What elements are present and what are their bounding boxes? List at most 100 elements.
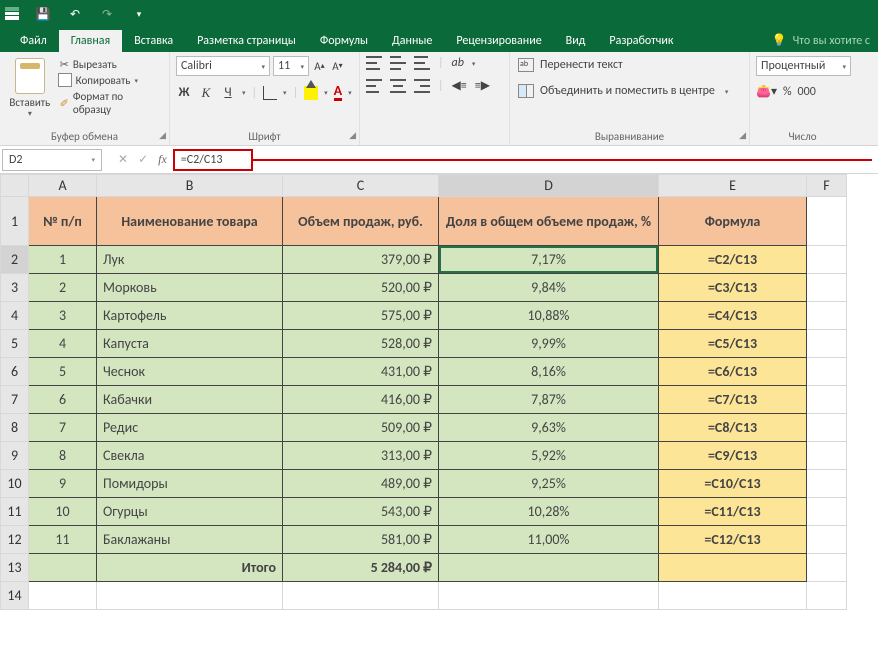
col-header-B[interactable]: B xyxy=(97,175,283,197)
accounting-format-button[interactable]: 👛▾ xyxy=(756,84,777,99)
row-header[interactable]: 1 xyxy=(1,197,29,246)
data-cell[interactable]: 9,25% xyxy=(439,470,658,497)
align-middle-button[interactable] xyxy=(390,56,406,70)
dialog-launcher-icon[interactable]: ◢ xyxy=(739,130,746,141)
dialog-launcher-icon[interactable]: ◢ xyxy=(349,130,356,141)
formula-input[interactable]: =C2/C13 xyxy=(173,149,253,171)
data-cell[interactable]: 10,28% xyxy=(439,498,658,525)
data-cell[interactable]: 7,17% xyxy=(439,246,658,273)
wrap-text-button[interactable]: Перенести текст xyxy=(516,56,743,74)
formula-cell[interactable]: =C3/C13 xyxy=(659,274,806,301)
row-header[interactable]: 11 xyxy=(1,498,29,526)
undo-icon[interactable]: ↶ xyxy=(66,5,84,23)
row-header[interactable]: 9 xyxy=(1,442,29,470)
formula-cell[interactable]: =C12/C13 xyxy=(659,526,806,553)
redo-icon[interactable]: ↷ xyxy=(98,5,116,23)
data-cell[interactable]: Редис xyxy=(97,414,282,441)
data-cell[interactable]: 509,00 ₽ xyxy=(283,414,438,441)
increase-font-button[interactable]: A▴ xyxy=(312,56,327,76)
total-label[interactable]: Итого xyxy=(97,554,282,581)
align-bottom-button[interactable] xyxy=(414,56,430,70)
data-cell[interactable]: 313,00 ₽ xyxy=(283,442,438,469)
col-header-C[interactable]: C xyxy=(283,175,439,197)
data-cell[interactable]: 1 xyxy=(29,246,96,273)
dialog-launcher-icon[interactable]: ◢ xyxy=(159,130,166,141)
col-header-D[interactable]: D xyxy=(439,175,659,197)
formula-cell[interactable]: =C5/C13 xyxy=(659,330,806,357)
row-header[interactable]: 6 xyxy=(1,358,29,386)
data-cell[interactable]: 4 xyxy=(29,330,96,357)
data-cell[interactable]: 581,00 ₽ xyxy=(283,526,438,553)
align-left-button[interactable] xyxy=(366,79,382,93)
data-cell[interactable]: Свекла xyxy=(97,442,282,469)
data-cell[interactable]: 6 xyxy=(29,386,96,413)
data-cell[interactable]: 3 xyxy=(29,302,96,329)
tab-developer[interactable]: Разработчик xyxy=(597,30,685,52)
col-header-A[interactable]: A xyxy=(29,175,97,197)
header-cell[interactable]: № п/п xyxy=(29,197,96,245)
data-cell[interactable]: 10,88% xyxy=(439,302,658,329)
tab-review[interactable]: Рецензирование xyxy=(444,30,553,52)
data-cell[interactable]: Морковь xyxy=(97,274,282,301)
cancel-icon[interactable]: ✕ xyxy=(118,152,128,167)
borders-button[interactable] xyxy=(263,86,277,100)
tab-insert[interactable]: Вставка xyxy=(122,30,185,52)
spreadsheet-grid[interactable]: A B C D E F 1 № п/п Наименование товара … xyxy=(0,174,878,610)
formula-cell[interactable]: =C8/C13 xyxy=(659,414,806,441)
header-cell[interactable]: Объем продаж, руб. xyxy=(283,197,438,245)
data-cell[interactable]: 379,00 ₽ xyxy=(283,246,438,273)
orientation-button[interactable]: ab xyxy=(452,56,464,70)
data-cell[interactable]: 9,99% xyxy=(439,330,658,357)
font-color-button[interactable]: А xyxy=(334,84,342,101)
percent-format-button[interactable]: % xyxy=(783,85,792,99)
align-top-button[interactable] xyxy=(366,56,382,70)
header-cell[interactable]: Наименование товара xyxy=(97,197,282,245)
data-cell[interactable]: 489,00 ₽ xyxy=(283,470,438,497)
data-cell[interactable]: 543,00 ₽ xyxy=(283,498,438,525)
data-cell[interactable]: 11 xyxy=(29,526,96,553)
row-header[interactable]: 5 xyxy=(1,330,29,358)
col-header-F[interactable]: F xyxy=(807,175,847,197)
data-cell[interactable]: 9 xyxy=(29,470,96,497)
header-cell[interactable]: Формула xyxy=(659,197,806,245)
data-cell[interactable]: 9,84% xyxy=(439,274,658,301)
comma-format-button[interactable]: 000 xyxy=(798,85,816,99)
data-cell[interactable]: 10 xyxy=(29,498,96,525)
tab-view[interactable]: Вид xyxy=(554,30,598,52)
enter-icon[interactable]: ✓ xyxy=(138,152,148,167)
cut-button[interactable]: ✂Вырезать xyxy=(60,58,163,71)
row-header[interactable]: 7 xyxy=(1,386,29,414)
data-cell[interactable]: Огурцы xyxy=(97,498,282,525)
total-value[interactable]: 5 284,00 ₽ xyxy=(283,554,438,581)
data-cell[interactable]: Баклажаны xyxy=(97,526,282,553)
data-cell[interactable]: 528,00 ₽ xyxy=(283,330,438,357)
col-header-E[interactable]: E xyxy=(659,175,807,197)
fx-icon[interactable]: fx xyxy=(158,152,167,167)
formula-cell[interactable]: =C2/C13 xyxy=(659,246,806,273)
align-right-button[interactable] xyxy=(414,79,430,93)
data-cell[interactable]: Лук xyxy=(97,246,282,273)
align-center-button[interactable] xyxy=(390,79,406,93)
tab-data[interactable]: Данные xyxy=(380,30,444,52)
row-header[interactable]: 13 xyxy=(1,554,29,582)
row-header[interactable]: 14 xyxy=(1,582,29,610)
data-cell[interactable]: Кабачки xyxy=(97,386,282,413)
row-header[interactable]: 2 xyxy=(1,246,29,274)
font-name-select[interactable]: Calibri▾ xyxy=(176,56,270,76)
decrease-indent-button[interactable]: ◀≡ xyxy=(452,78,467,93)
data-cell[interactable]: Картофель xyxy=(97,302,282,329)
row-header[interactable]: 10 xyxy=(1,470,29,498)
header-cell[interactable]: Доля в общем объеме продаж, % xyxy=(439,197,658,245)
font-size-select[interactable]: 11▾ xyxy=(273,56,309,76)
select-all-corner[interactable] xyxy=(1,175,29,197)
data-cell[interactable]: 416,00 ₽ xyxy=(283,386,438,413)
increase-indent-button[interactable]: ≡▶ xyxy=(475,78,490,93)
formula-cell[interactable]: =C9/C13 xyxy=(659,442,806,469)
number-format-select[interactable]: Процентный▾ xyxy=(756,56,851,76)
merge-center-button[interactable]: Объединить и поместить в центре▾ xyxy=(516,82,743,100)
row-header[interactable]: 8 xyxy=(1,414,29,442)
formula-cell[interactable]: =C7/C13 xyxy=(659,386,806,413)
data-cell[interactable]: Капуста xyxy=(97,330,282,357)
formula-cell[interactable]: =C6/C13 xyxy=(659,358,806,385)
formula-cell[interactable]: =C10/C13 xyxy=(659,470,806,497)
